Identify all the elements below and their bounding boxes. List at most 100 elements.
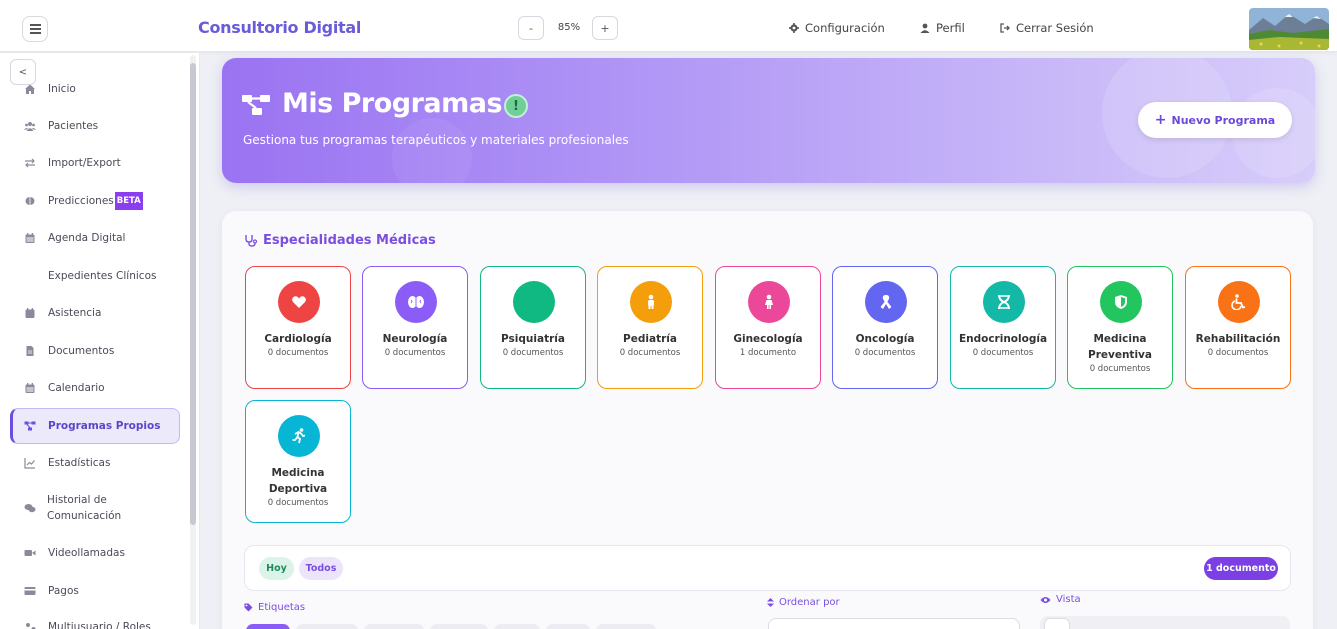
sort-icon <box>767 598 774 607</box>
date-filter-bar: Hoy Todos 1 documento <box>244 545 1291 591</box>
sort-select[interactable] <box>768 618 1020 629</box>
sidebar-item-inicio[interactable]: Inicio <box>10 81 180 97</box>
sidebar-item-documentos[interactable]: Documentos <box>10 343 180 359</box>
specialty-card-pediatria[interactable]: Pediatría 0 documentos <box>597 266 703 389</box>
sidebar-item-videollamadas[interactable]: Videollamadas <box>10 545 180 561</box>
child-icon <box>648 294 654 309</box>
sidebar-item-expedientes-clinicos[interactable]: Expedientes Clínicos <box>10 268 180 284</box>
specialty-card-ginecologia[interactable]: Ginecología 1 documento <box>715 266 821 389</box>
menu-toggle-button[interactable] <box>22 16 48 42</box>
sign-out-icon <box>1000 23 1010 33</box>
specialty-icon-circle <box>630 281 672 323</box>
specialty-icon-circle <box>983 281 1025 323</box>
specialty-card-medicina-deportiva[interactable]: Medicina Deportiva 0 documentos <box>245 400 351 523</box>
page-title: Mis Programas <box>282 88 503 119</box>
new-program-button[interactable]: + Nuevo Programa <box>1138 102 1292 138</box>
specialty-name: Neurología <box>382 333 448 345</box>
specialty-count: 0 documentos <box>267 498 329 508</box>
beta-badge: BETA <box>114 192 143 210</box>
sidebar-scrollbar-thumb[interactable] <box>190 63 196 525</box>
sidebar-item-label: Multiusuario / Roles <box>48 621 151 629</box>
specialty-card-endocrinologia[interactable]: Endocrinología 0 documentos <box>950 266 1056 389</box>
filter-all-chip[interactable]: Todos <box>299 557 343 580</box>
tag-pill[interactable] <box>246 624 290 629</box>
specialty-card-neurologia[interactable]: Neurología 0 documentos <box>362 266 468 389</box>
specialty-count: 0 documentos <box>619 348 681 358</box>
specialty-name: Ginecología <box>733 333 803 345</box>
sidebar-item-historial-comunicacion[interactable]: Historial de Comunicación <box>10 491 180 525</box>
sidebar-item-predicciones[interactable]: Predicciones BETA <box>10 192 180 210</box>
sidebar-item-label: Videollamadas <box>48 547 125 559</box>
specialty-icon-circle <box>1218 281 1260 323</box>
view-label: Vista <box>1040 594 1081 605</box>
sidebar-item-asistencia[interactable]: Asistencia <box>10 305 180 321</box>
sidebar-scrollbar[interactable] <box>190 55 196 625</box>
specialty-name: Rehabilitación <box>1195 333 1281 345</box>
sidebar-item-label: Import/Export <box>48 157 121 169</box>
sidebar-item-calendario[interactable]: Calendario <box>10 380 180 396</box>
info-badge[interactable]: ! <box>504 94 528 118</box>
zoom-level: 85% <box>557 22 581 33</box>
sidebar-item-label: Expedientes Clínicos <box>48 270 157 282</box>
specialty-count: 0 documentos <box>854 348 916 358</box>
new-program-label: Nuevo Programa <box>1171 113 1276 127</box>
specialty-name-line2: Preventiva <box>1088 349 1152 361</box>
specialty-name-line1: Medicina <box>271 467 325 479</box>
sidebar-item-multiusuario-roles[interactable]: Multiusuario / Roles <box>10 619 180 629</box>
specialty-card-rehabilitacion[interactable]: Rehabilitación 0 documentos <box>1185 266 1291 389</box>
specialty-icon-circle <box>513 281 555 323</box>
sidebar-item-pacientes[interactable]: Pacientes <box>10 118 180 134</box>
sidebar-item-estadisticas[interactable]: Estadísticas <box>10 455 180 471</box>
head-icon <box>527 295 541 309</box>
tags-label: Etiquetas <box>244 602 305 613</box>
specialty-name: Medicina Deportiva <box>248 465 348 497</box>
heart-icon <box>292 296 306 308</box>
specialty-card-medicina-preventiva[interactable]: Medicina Preventiva 0 documentos <box>1067 266 1173 389</box>
user-avatar[interactable] <box>1249 8 1329 50</box>
specialty-name: Oncología <box>855 333 915 345</box>
specialty-card-oncologia[interactable]: Oncología 0 documentos <box>832 266 938 389</box>
config-link[interactable]: Configuración <box>789 21 885 35</box>
users-cog-icon <box>26 623 36 629</box>
tag-pill[interactable] <box>494 624 540 629</box>
logout-link[interactable]: Cerrar Sesión <box>1000 21 1094 35</box>
filter-today-chip[interactable]: Hoy <box>259 557 294 580</box>
profile-link[interactable]: Perfil <box>920 21 965 35</box>
specialty-card-psiquiatria[interactable]: Psiquiatría 0 documentos <box>480 266 586 389</box>
file-icon <box>26 346 34 356</box>
specialty-name: Endocrinología <box>958 333 1048 345</box>
sidebar-item-pagos[interactable]: Pagos <box>10 583 180 599</box>
sidebar-item-label: Calendario <box>48 382 105 394</box>
tag-pill[interactable] <box>364 624 424 629</box>
zoom-in-button[interactable]: + <box>592 16 618 40</box>
tag-pill[interactable] <box>596 624 656 629</box>
specialty-icon-circle <box>1100 281 1142 323</box>
sidebar-item-label: Pagos <box>48 585 79 597</box>
project-diagram-icon <box>242 95 270 115</box>
tag-pill[interactable] <box>430 624 488 629</box>
grid-view-button[interactable] <box>1044 618 1070 629</box>
gear-icon <box>789 23 799 33</box>
sidebar-item-label: Pacientes <box>48 120 99 132</box>
list-view-button[interactable] <box>1076 624 1090 629</box>
zoom-out-button[interactable]: - <box>518 16 544 40</box>
specialty-icon-circle <box>278 281 320 323</box>
specialty-name-line2: Deportiva <box>268 483 328 495</box>
calendar-check-icon <box>25 308 35 318</box>
video-icon <box>24 550 36 556</box>
brand-title[interactable]: Consultorio Digital <box>198 18 361 37</box>
users-icon <box>24 122 36 131</box>
tag-pill[interactable] <box>546 624 590 629</box>
specialty-card-cardiologia[interactable]: Cardiología 0 documentos <box>245 266 351 389</box>
calendar-icon <box>25 383 35 393</box>
sidebar-item-label: Agenda Digital <box>48 232 126 244</box>
tag-pill[interactable] <box>296 624 358 629</box>
sidebar-collapse-button[interactable]: < <box>10 59 36 85</box>
sidebar-item-import-export[interactable]: Import/Export <box>10 155 180 171</box>
sidebar-item-agenda-digital[interactable]: Agenda Digital <box>10 230 180 246</box>
sidebar-item-programas-propios[interactable]: Programas Propios <box>10 408 180 444</box>
hamburger-icon <box>29 28 41 30</box>
tag-icon <box>244 603 253 612</box>
running-icon <box>292 428 306 444</box>
sidebar-item-label: Programas Propios <box>48 420 161 432</box>
